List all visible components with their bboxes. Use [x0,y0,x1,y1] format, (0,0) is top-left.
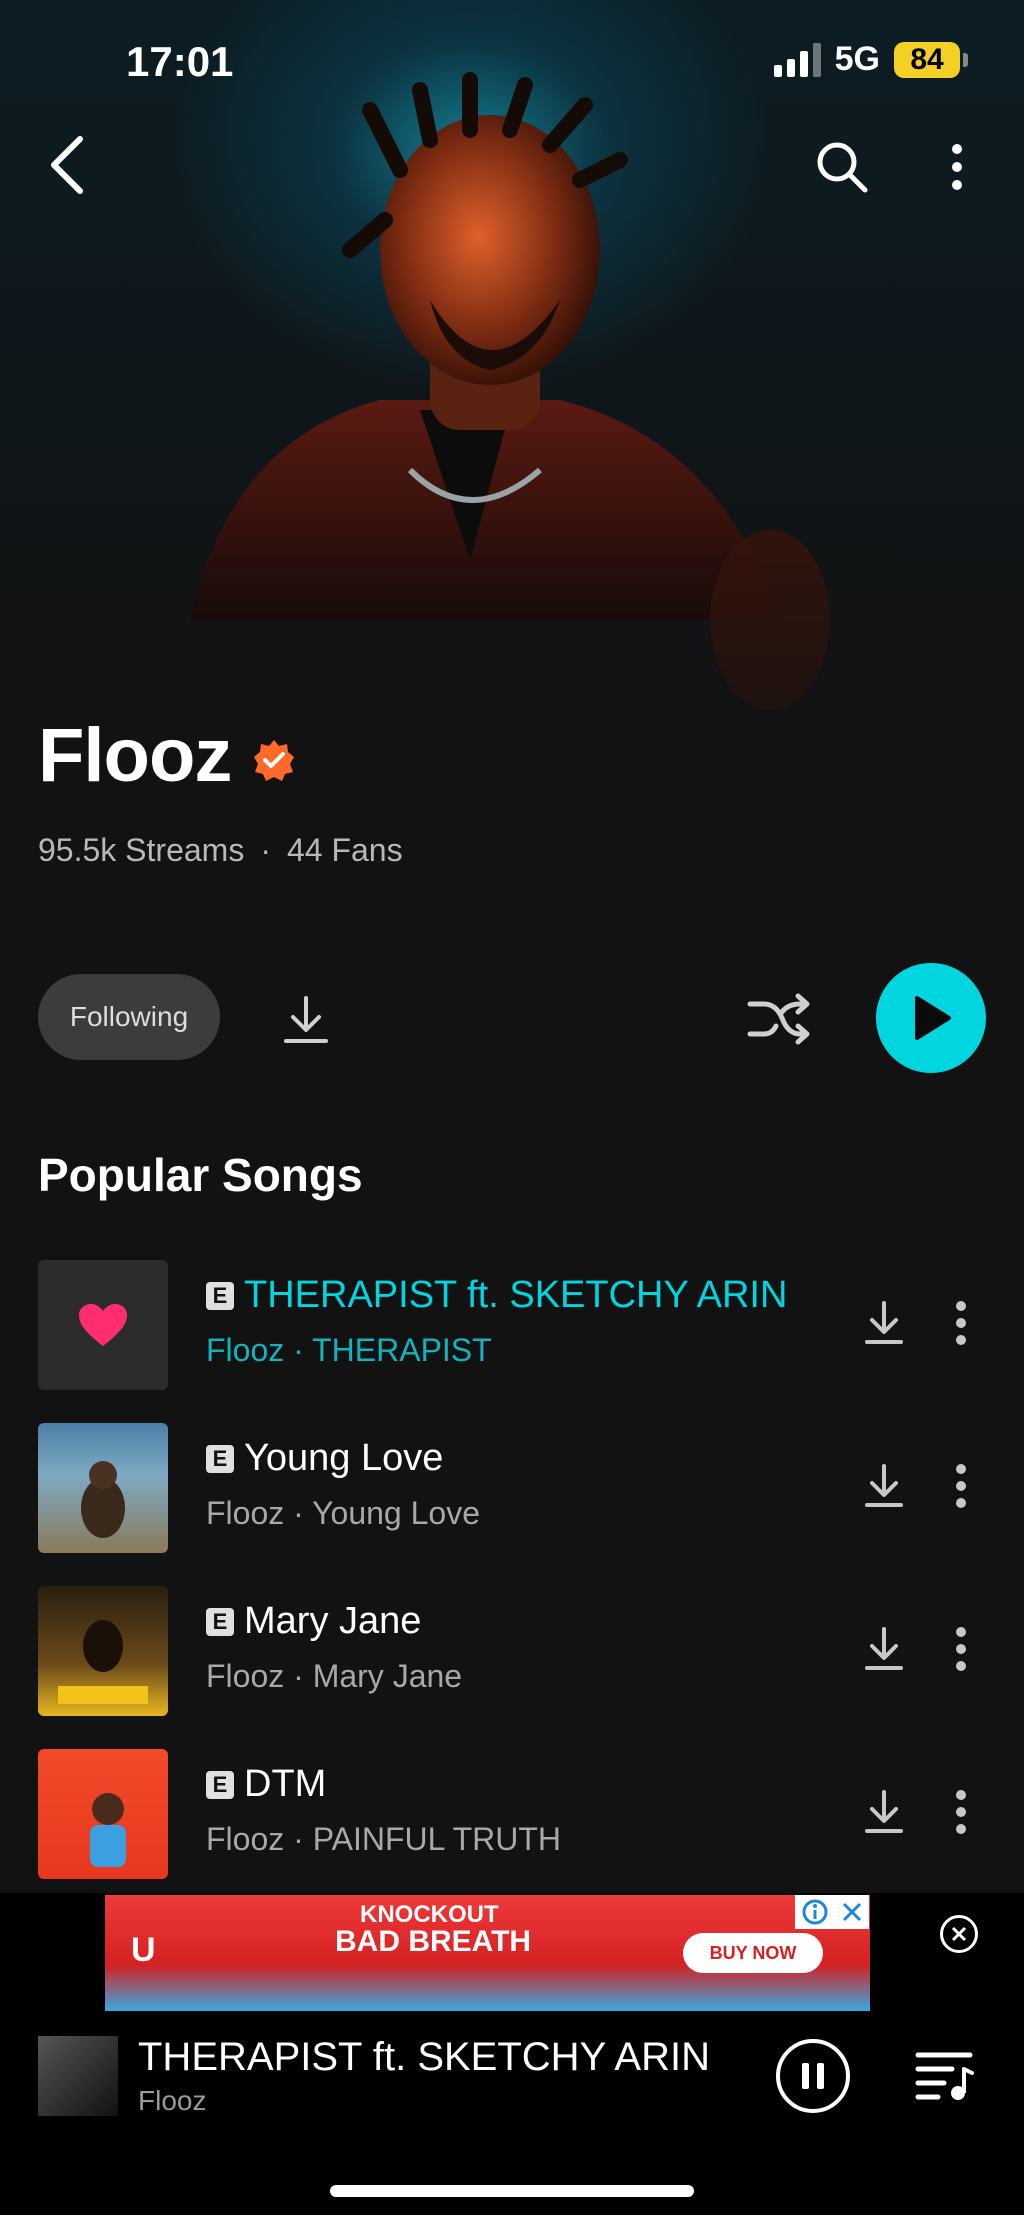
song-row-therapist[interactable]: E THERAPIST ft. SKETCHY ARIN Flooz · THE… [0,1260,1024,1390]
ad-banner[interactable]: U KNOCKOUT BAD BREATH BUY NOW [105,1895,870,2011]
download-icon [865,1627,903,1670]
album-art-young-love [81,1461,125,1538]
shuffle-icon [747,993,810,1045]
now-playing-title: THERAPIST ft. SKETCHY ARIN [138,2035,710,2079]
ad-headline-2: BAD BREATH [335,1925,532,1958]
song-row-mary-jane[interactable]: E Mary Jane Flooz · Mary Jane [0,1586,1024,1716]
search-icon [817,142,868,193]
battery-level: 84 [910,42,944,76]
popular-songs-title: Popular Songs [38,1149,363,1201]
download-icon [865,1464,903,1507]
song-more-button[interactable] [954,1789,968,1840]
ad-brand-logo: U [131,1931,156,1969]
more-vertical-icon [956,1301,966,1345]
back-button[interactable] [40,130,96,200]
artist-name: Flooz [38,713,232,798]
song-title-text: Mary Jane [244,1600,422,1642]
song-title: E THERAPIST ft. SKETCHY ARIN [206,1274,787,1317]
more-vertical-icon [956,1627,966,1671]
explicit-badge: E [206,1770,234,1799]
verified-badge-icon [254,740,294,781]
album-art-mary-jane [58,1620,148,1704]
song-title-text: THERAPIST ft. SKETCHY ARIN [244,1274,788,1316]
info-icon [802,1899,827,1925]
song-thumbnail-playing [38,1260,168,1390]
song-download-button[interactable] [864,1463,904,1514]
back-icon [51,136,83,194]
queue-icon [915,2052,974,2100]
explicit-badge: E [206,1444,234,1473]
song-subtitle: Flooz · Young Love [206,1495,480,1531]
home-indicator[interactable] [330,2185,694,2197]
more-vertical-icon [956,1464,966,1508]
battery-icon: 84 [894,41,968,78]
more-options-button[interactable] [940,135,974,199]
download-icon [865,1301,903,1344]
download-icon [865,1790,903,1833]
search-button[interactable] [810,135,874,199]
ad-choices[interactable] [795,1895,869,1929]
more-vertical-icon [956,1790,966,1834]
song-download-button[interactable] [864,1300,904,1351]
song-subtitle: Flooz · Mary Jane [206,1658,463,1694]
status-time: 17:01 [126,38,234,85]
fans-count: 44 Fans [286,832,403,868]
song-thumbnail [38,1586,168,1716]
close-icon [842,1902,861,1922]
song-row-dtm[interactable]: E DTM Flooz · PAINFUL TRUTH [0,1749,1024,1879]
ad-close-button[interactable] [940,1915,978,1953]
signal-icon [773,42,821,77]
song-subtitle: Flooz · THERAPIST [206,1332,492,1368]
following-button[interactable]: Following [38,974,220,1060]
ad-cta-button[interactable]: BUY NOW [683,1933,823,1973]
song-download-button[interactable] [864,1626,904,1677]
network-type: 5G [834,40,880,78]
song-title: E DTM [206,1763,326,1806]
song-row-young-love[interactable]: E Young Love Flooz · Young Love [0,1423,1024,1553]
song-title: E Mary Jane [206,1600,421,1643]
artist-stats: 95.5k Streams · 44 Fans [38,832,403,869]
status-indicators: 5G 84 [773,40,968,79]
explicit-badge: E [206,1281,234,1310]
play-icon [915,996,951,1040]
song-subtitle: Flooz · PAINFUL TRUTH [206,1821,561,1857]
song-more-button[interactable] [954,1463,968,1514]
song-title-text: DTM [244,1763,327,1805]
more-vertical-icon [952,144,962,190]
song-more-button[interactable] [954,1300,968,1351]
close-icon [951,1926,967,1942]
song-more-button[interactable] [954,1626,968,1677]
song-title: E Young Love [206,1437,443,1480]
explicit-badge: E [206,1607,234,1636]
now-playing-artwork [38,2036,118,2116]
album-art-painful-truth [90,1793,126,1867]
song-title-text: Young Love [244,1437,444,1479]
song-download-button[interactable] [864,1789,904,1840]
streams-count: 95.5k Streams [38,832,245,868]
stats-separator: · [260,832,271,868]
pause-button[interactable] [776,2039,850,2113]
download-all-button[interactable] [276,990,336,1050]
pause-icon [802,2063,824,2089]
shuffle-button[interactable] [744,984,814,1054]
download-icon [284,996,328,1043]
now-playing-artist: Flooz [138,2085,207,2116]
queue-button[interactable] [914,2049,974,2108]
heart-icon [79,1304,127,1346]
ad-container: U KNOCKOUT BAD BREATH BUY NOW [0,1893,1024,2013]
play-button[interactable] [876,963,986,1073]
song-thumbnail [38,1749,168,1879]
song-thumbnail [38,1423,168,1553]
